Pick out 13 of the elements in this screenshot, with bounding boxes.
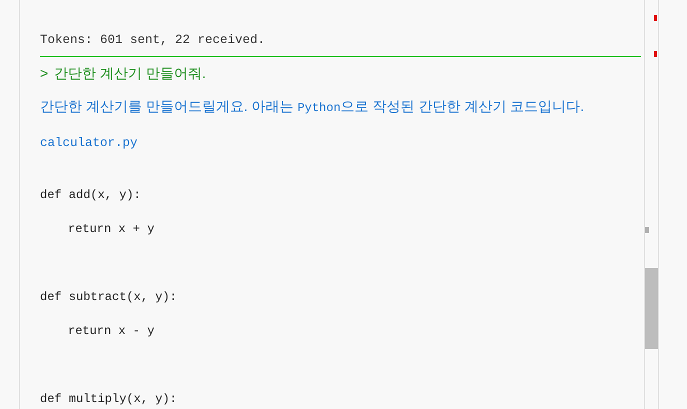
code-line: def subtract(x, y): (40, 289, 178, 306)
filename-text: calculator.py (40, 135, 139, 152)
scrollbar-marker (645, 227, 649, 233)
token-usage-text: Tokens: 601 sent, 22 received. (40, 32, 266, 49)
scrollbar-marker (654, 51, 657, 57)
code-line: def multiply(x, y): (40, 391, 178, 408)
prompt-text: 간단한 계산기 만들어줘. (54, 64, 206, 83)
scrollbar-marker (654, 15, 657, 21)
code-line: return x - y (67, 323, 156, 340)
code-line: def add(x, y): (40, 187, 142, 204)
prompt-marker: > (40, 64, 48, 83)
code-line: return x + y (67, 221, 156, 238)
scrollbar-thumb[interactable] (645, 268, 658, 349)
